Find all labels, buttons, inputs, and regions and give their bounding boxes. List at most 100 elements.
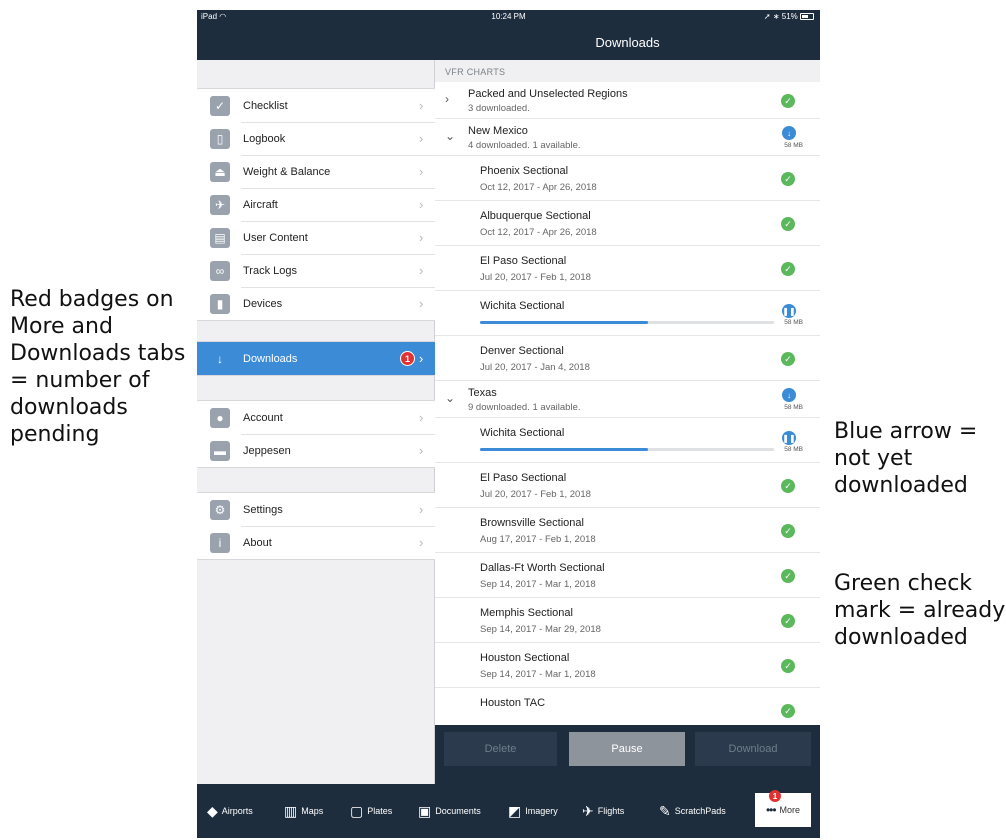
sidebar-item-label: Logbook: [243, 132, 286, 145]
region-row-packed[interactable]: › Packed and Unselected Regions 3 downlo…: [435, 82, 820, 119]
battery-icon: [800, 13, 814, 20]
sidebar-item-label: Aircraft: [243, 198, 278, 211]
tab-label: Airports: [221, 806, 253, 816]
tab-label: Flights: [597, 806, 625, 816]
tab-imagery[interactable]: ◩ Imagery: [508, 797, 558, 825]
chart-title: Brownsville Sectional: [480, 517, 584, 529]
sidebar-item-about[interactable]: i About ›: [197, 526, 435, 559]
sidebar-item-label: Account: [243, 411, 283, 424]
region-row-texas[interactable]: ⌄ Texas 9 downloaded. 1 available. ↓ 58 …: [435, 381, 820, 418]
download-size: 58 MB: [784, 446, 803, 453]
chevron-right-icon: ›: [419, 296, 424, 311]
sidebar-item-label: Devices: [243, 297, 283, 310]
chart-title: Houston TAC: [480, 697, 546, 709]
chart-row[interactable]: Denver Sectional Jul 20, 2017 - Jan 4, 2…: [435, 336, 820, 381]
download-arrow-icon[interactable]: ↓: [782, 388, 796, 402]
sidebar: ✓ Checklist › ▯ Logbook › ⏏ Weight & Bal…: [197, 60, 435, 784]
download-button[interactable]: Download: [695, 732, 811, 766]
sidebar-group-tools: ✓ Checklist › ▯ Logbook › ⏏ Weight & Bal…: [197, 88, 435, 321]
sidebar-item-track-logs[interactable]: ∞ Track Logs ›: [197, 254, 435, 287]
check-icon: ✓: [781, 704, 795, 718]
tab-flights[interactable]: ✈ Flights: [582, 797, 624, 825]
account-icon: ●: [210, 407, 230, 428]
check-icon: ✓: [781, 524, 795, 538]
chart-title: Denver Sectional: [480, 345, 564, 357]
chevron-down-icon: ⌄: [445, 391, 456, 405]
chart-row[interactable]: Memphis Sectional Sep 14, 2017 - Mar 29,…: [435, 598, 820, 643]
tab-more[interactable]: ••• More 1: [755, 790, 811, 827]
sidebar-item-user-content[interactable]: ▤ User Content ›: [197, 221, 435, 254]
chart-row[interactable]: Phoenix Sectional Oct 12, 2017 - Apr 26,…: [435, 156, 820, 201]
pause-icon[interactable]: ❚❚: [782, 304, 796, 318]
chart-row[interactable]: Albuquerque Sectional Oct 12, 2017 - Apr…: [435, 201, 820, 246]
annotation-green-check: Green check mark = already downloaded: [834, 571, 1006, 650]
tab-bar: ◆ Airports ▥ Maps ▢ Plates ▣ Documents ◩…: [197, 784, 820, 838]
sidebar-item-settings[interactable]: ⚙ Settings ›: [197, 493, 435, 526]
action-bar: Delete Pause Download: [435, 725, 820, 784]
sidebar-group-downloads: ↓ Downloads 1 ›: [197, 341, 435, 376]
delete-button[interactable]: Delete: [444, 732, 557, 766]
jeppesen-icon: ▬: [210, 440, 230, 461]
chevron-right-icon: ›: [419, 351, 424, 366]
documents-icon: ▣: [418, 802, 432, 819]
region-row-new-mexico[interactable]: ⌄ New Mexico 4 downloaded. 1 available. …: [435, 119, 820, 156]
check-icon: ✓: [781, 262, 795, 276]
chevron-down-icon: ⌄: [445, 129, 456, 143]
download-arrow-icon[interactable]: ↓: [782, 126, 796, 140]
tab-label: More: [779, 805, 801, 815]
chart-row[interactable]: Brownsville Sectional Aug 17, 2017 - Feb…: [435, 508, 820, 553]
sidebar-item-logbook[interactable]: ▯ Logbook ›: [197, 122, 435, 155]
region-status: 9 downloaded. 1 available.: [468, 402, 581, 413]
chart-row[interactable]: El Paso Sectional Jul 20, 2017 - Feb 1, …: [435, 463, 820, 508]
aircraft-icon: ✈: [210, 194, 230, 215]
chart-row[interactable]: Dallas-Ft Worth Sectional Sep 14, 2017 -…: [435, 553, 820, 598]
devices-icon: ▮: [210, 293, 230, 314]
chart-row-downloading[interactable]: Wichita Sectional ❚❚ 58 MB: [435, 418, 820, 463]
tab-label: ScratchPads: [674, 806, 726, 816]
sidebar-item-label: About: [243, 536, 272, 549]
sidebar-item-weight-balance[interactable]: ⏏ Weight & Balance ›: [197, 155, 435, 188]
chart-row[interactable]: Houston Sectional Sep 14, 2017 - Mar 1, …: [435, 643, 820, 688]
maps-icon: ▥: [284, 802, 298, 819]
sidebar-item-label: Jeppesen: [243, 444, 291, 457]
check-icon: ✓: [781, 569, 795, 583]
tab-airports[interactable]: ◆ Airports: [207, 797, 253, 825]
pause-icon[interactable]: ❚❚: [782, 431, 796, 445]
sidebar-item-label: Weight & Balance: [243, 165, 331, 178]
chevron-right-icon: ›: [419, 98, 424, 113]
chart-title: Wichita Sectional: [480, 427, 565, 439]
status-time: 10:24 PM: [491, 12, 526, 21]
chart-row-downloading[interactable]: Wichita Sectional ❚❚ 58 MB: [435, 291, 820, 336]
battery-percent: 51%: [781, 12, 798, 21]
page-title: Downloads: [595, 35, 660, 50]
chart-title: El Paso Sectional: [480, 255, 567, 267]
tab-label: Plates: [367, 806, 393, 816]
tab-scratchpads[interactable]: ✎ ScratchPads: [659, 797, 726, 825]
chart-title: Houston Sectional: [480, 652, 570, 664]
chart-dates: Jul 20, 2017 - Jan 4, 2018: [480, 362, 590, 373]
sidebar-item-checklist[interactable]: ✓ Checklist ›: [197, 89, 435, 122]
check-icon: ✓: [781, 94, 795, 108]
sidebar-item-account[interactable]: ● Account ›: [197, 401, 435, 434]
tab-documents[interactable]: ▣ Documents: [418, 797, 481, 825]
sidebar-item-label: User Content: [243, 231, 308, 244]
sidebar-item-downloads[interactable]: ↓ Downloads 1 ›: [197, 342, 435, 375]
progress-fill: [480, 448, 648, 451]
chart-row[interactable]: Houston TAC ✓: [435, 688, 820, 725]
tab-maps[interactable]: ▥ Maps: [284, 797, 323, 825]
chart-row[interactable]: El Paso Sectional Jul 20, 2017 - Feb 1, …: [435, 246, 820, 291]
tab-plates[interactable]: ▢ Plates: [350, 797, 392, 825]
more-badge: 1: [769, 790, 781, 802]
pause-button[interactable]: Pause: [569, 732, 685, 766]
chart-dates: Sep 14, 2017 - Mar 29, 2018: [480, 624, 601, 635]
sidebar-item-label: Checklist: [243, 99, 288, 112]
progress-bar: [480, 448, 774, 451]
sidebar-item-devices[interactable]: ▮ Devices ›: [197, 287, 435, 320]
chart-title: Wichita Sectional: [480, 300, 565, 312]
status-bar: iPad ◠ 10:24 PM ➚ ∗ 51%: [197, 10, 820, 24]
tab-label: Imagery: [525, 806, 558, 816]
sidebar-item-aircraft[interactable]: ✈ Aircraft ›: [197, 188, 435, 221]
scratchpads-icon: ✎: [659, 802, 671, 819]
sidebar-item-jeppesen[interactable]: ▬ Jeppesen ›: [197, 434, 435, 467]
chart-dates: Aug 17, 2017 - Feb 1, 2018: [480, 534, 596, 545]
